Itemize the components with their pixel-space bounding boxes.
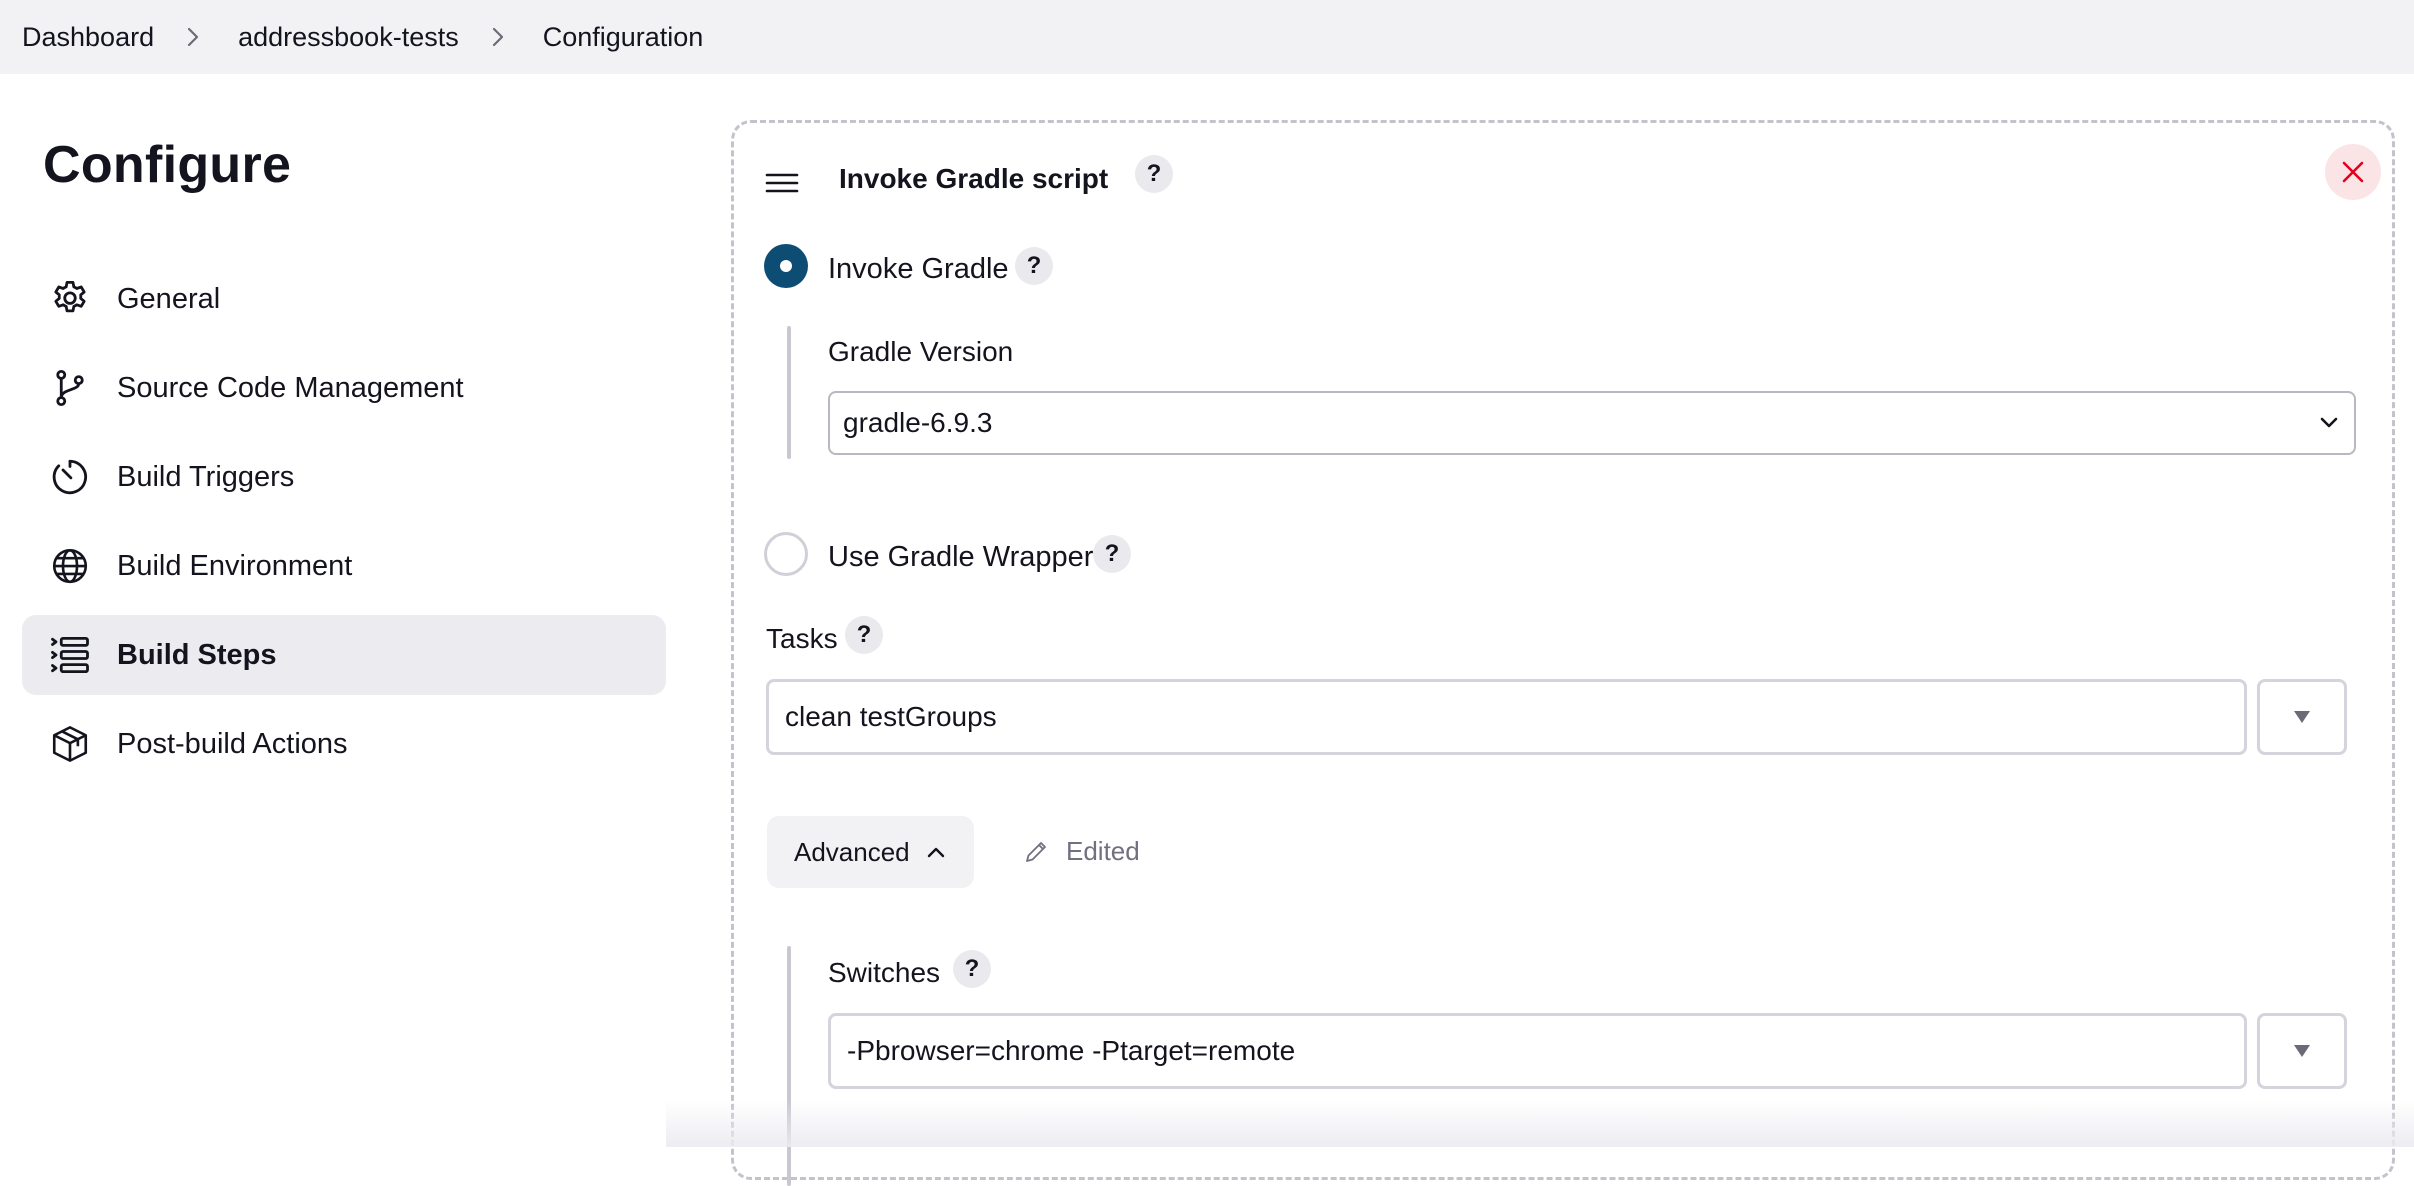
help-icon[interactable]: ? (1015, 247, 1053, 285)
triangle-down-icon (2294, 1045, 2310, 1057)
sidebar-item-post-build-actions[interactable]: Post-build Actions (22, 704, 666, 784)
sidebar-item-label: General (117, 282, 221, 315)
drag-handle-icon[interactable] (764, 165, 800, 201)
use-gradle-wrapper-radio[interactable] (764, 532, 808, 576)
globe-icon (48, 544, 92, 588)
sidebar-item-general[interactable]: General (22, 259, 666, 339)
invoke-gradle-label: Invoke Gradle (828, 253, 1009, 285)
page-title: Configure (43, 136, 292, 194)
pencil-icon (1026, 841, 1046, 862)
sidebar-item-label: Build Environment (117, 549, 353, 582)
list-icon (48, 633, 92, 677)
tasks-value: clean testGroups (785, 701, 997, 732)
sidebar-item-build-triggers[interactable]: Build Triggers (22, 437, 666, 517)
chevron-right-icon (170, 22, 216, 52)
sidebar-item-build-steps[interactable]: Build Steps (22, 615, 666, 695)
help-icon[interactable]: ? (1135, 155, 1173, 193)
gradle-version-select[interactable]: gradle-6.9.3 (828, 391, 2356, 455)
breadcrumb-project[interactable]: addressbook-tests (238, 22, 459, 53)
sidebar-item-label: Source Code Management (117, 371, 464, 404)
sidebar-item-source-code-management[interactable]: Source Code Management (22, 348, 666, 428)
gradle-version-value: gradle-6.9.3 (843, 407, 993, 438)
tasks-input[interactable]: clean testGroups (766, 679, 2247, 755)
switches-input[interactable]: -Pbrowser=chrome -Ptarget=remote (828, 1013, 2247, 1089)
step-title: Invoke Gradle script (839, 163, 1109, 194)
advanced-label: Advanced (794, 836, 910, 867)
sidebar-item-label: Build Triggers (117, 460, 295, 493)
sidebar-item-build-environment[interactable]: Build Environment (22, 526, 666, 606)
breadcrumb: Dashboard addressbook-tests Configuratio… (0, 0, 2414, 74)
switches-value: -Pbrowser=chrome -Ptarget=remote (847, 1035, 1296, 1066)
breadcrumb-dashboard[interactable]: Dashboard (22, 22, 154, 53)
switches-label: Switches (828, 957, 941, 988)
close-icon (2342, 161, 2364, 183)
tasks-dropdown-button[interactable] (2257, 679, 2347, 755)
chevron-right-icon (475, 22, 521, 52)
sidebar-item-label: Build Steps (117, 638, 277, 671)
sidebar-nav: General Source Code Management Build Tri… (22, 259, 666, 793)
edited-label: Edited (1066, 836, 1140, 866)
help-icon[interactable]: ? (1093, 535, 1131, 573)
use-gradle-wrapper-label: Use Gradle Wrapper (828, 541, 1094, 573)
sidebar-item-label: Post-build Actions (117, 727, 348, 760)
section-indent (787, 946, 791, 1186)
help-icon[interactable]: ? (953, 950, 991, 988)
chevron-down-icon (2320, 417, 2338, 428)
build-step-card: Invoke Gradle script ? Invoke Gradle ? G… (731, 120, 2395, 1186)
git-branch-icon (48, 366, 92, 410)
edited-indicator: Edited (1022, 836, 1140, 867)
delete-step-button[interactable] (2325, 144, 2381, 200)
package-icon (48, 722, 92, 766)
invoke-gradle-radio[interactable] (764, 244, 808, 288)
chevron-up-icon (927, 847, 944, 858)
switches-dropdown-button[interactable] (2257, 1013, 2347, 1089)
breadcrumb-configuration[interactable]: Configuration (543, 22, 704, 53)
timer-icon (48, 455, 92, 499)
section-indent (787, 326, 791, 459)
help-icon[interactable]: ? (845, 616, 883, 654)
tasks-label: Tasks (766, 623, 838, 654)
gear-icon (48, 277, 92, 321)
gradle-version-label: Gradle Version (828, 336, 1014, 367)
triangle-down-icon (2294, 711, 2310, 723)
advanced-button[interactable]: Advanced (767, 816, 974, 888)
